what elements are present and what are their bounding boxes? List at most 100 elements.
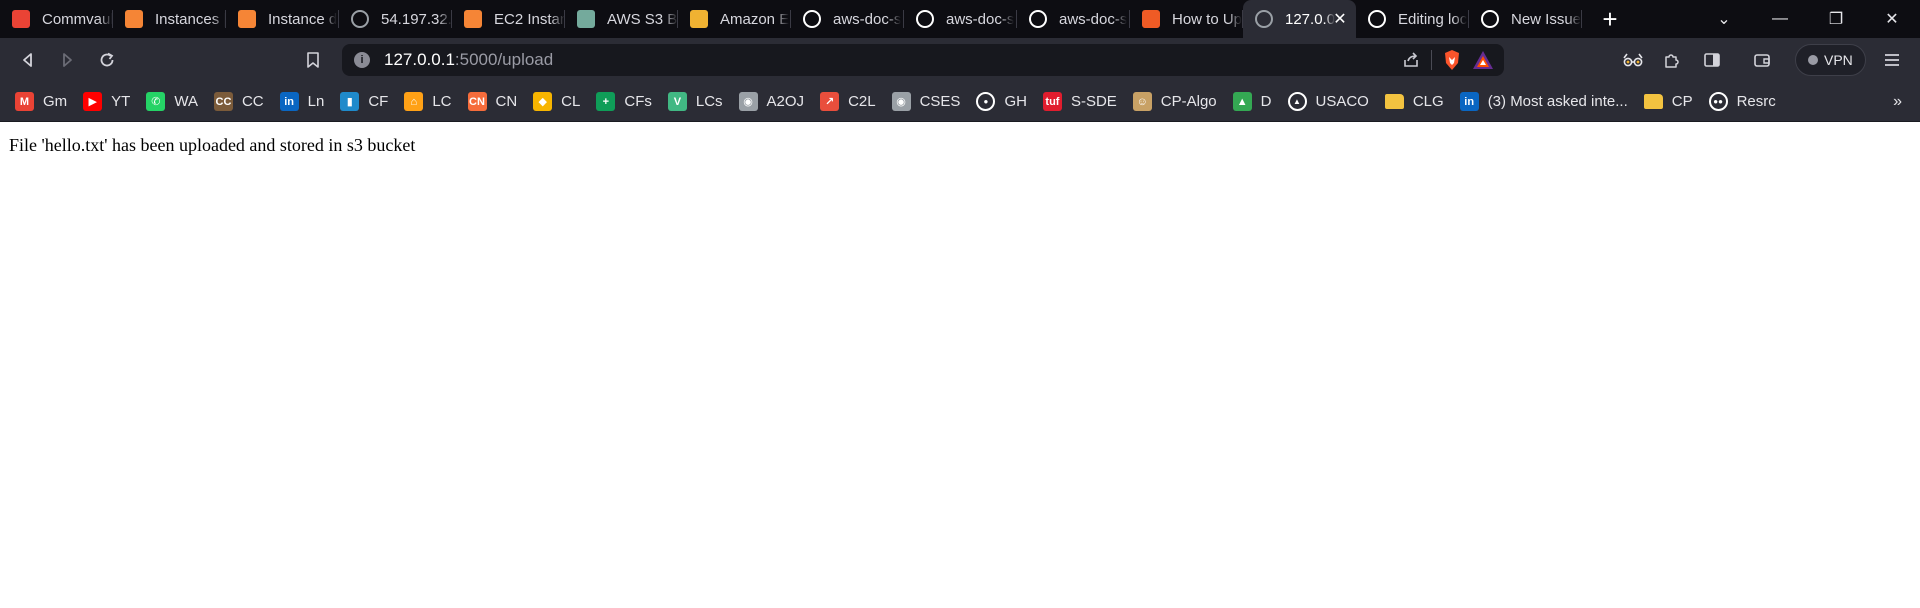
close-window-button[interactable]: ✕ <box>1864 0 1920 38</box>
bookmark-item[interactable]: in Ln <box>279 87 325 117</box>
bookmark-item[interactable]: ✆ WA <box>146 87 198 117</box>
reload-icon <box>100 52 114 67</box>
bookmark-label: CF <box>368 93 389 110</box>
browser-tab[interactable]: aws-doc-s <box>1017 0 1130 38</box>
browser-tab[interactable]: Instance d <box>226 0 339 38</box>
tab-label: aws-doc-s <box>833 10 902 28</box>
bookmark-item[interactable]: ● GH <box>976 87 1027 117</box>
bookmark-page-button[interactable] <box>297 44 329 76</box>
usaco-icon: ▲ <box>1287 92 1307 111</box>
browser-toolbar: i 127.0.0.1:5000/upload VPN <box>0 38 1920 82</box>
bookmark-item[interactable]: CC CC <box>213 87 264 117</box>
browser-tab[interactable]: 127.0.0 ✕ <box>1243 0 1356 38</box>
tab-search-button[interactable]: ⌄ <box>1696 0 1752 38</box>
browser-tab[interactable]: EC2 Instan <box>452 0 565 38</box>
bookmark-item[interactable]: M Gm <box>15 87 67 117</box>
address-bar[interactable]: i 127.0.0.1:5000/upload <box>342 44 1504 76</box>
tab-strip: Commvault Instances | Instance d 54.197.32.… <box>0 0 1920 38</box>
bookmark-item[interactable]: ☺ CP-Algo <box>1132 87 1217 117</box>
brave-shields-icon[interactable] <box>1442 49 1462 71</box>
folder-icon <box>1384 94 1404 109</box>
bookmark-label: A2OJ <box>766 93 805 110</box>
upload-success-message: File 'hello.txt' has been uploaded and s… <box>9 135 416 155</box>
aws-box-icon <box>690 10 708 28</box>
brave-rewards-icon[interactable] <box>1472 50 1494 70</box>
bookmark-label: WA <box>174 93 198 110</box>
aws-ec2-hex-icon <box>464 10 482 28</box>
extensions-button[interactable] <box>1656 44 1688 76</box>
tab-label: aws-doc-s <box>1059 10 1128 28</box>
bookmark-label: Gm <box>43 93 68 110</box>
github-icon <box>803 10 821 28</box>
bookmark-item[interactable]: ▲ D <box>1232 87 1272 117</box>
address-bar-divider <box>1431 50 1432 70</box>
bookmark-item[interactable]: tuf S-SDE <box>1042 87 1117 117</box>
bookmark-item[interactable]: ◆ CL <box>533 87 580 117</box>
vpn-button[interactable]: VPN <box>1795 44 1866 76</box>
tab-list: Commvault Instances | Instance d 54.197.32.… <box>0 0 1582 38</box>
github-icon <box>1029 10 1047 28</box>
browser-tab[interactable]: aws-doc-s <box>791 0 904 38</box>
globe-icon: ◉ <box>891 92 911 111</box>
github-icon <box>916 10 934 28</box>
leo-ai-button[interactable] <box>1617 44 1649 76</box>
restore-button[interactable]: ❐ <box>1808 0 1864 38</box>
tab-label: Instances | <box>155 10 226 28</box>
tab-label: How to Up <box>1172 10 1243 28</box>
forward-button[interactable] <box>51 44 83 76</box>
browser-tab[interactable]: 54.197.32. <box>339 0 452 38</box>
new-tab-button[interactable]: + <box>1590 0 1630 38</box>
bookmark-item[interactable]: V LCs <box>667 87 723 117</box>
url-text[interactable]: 127.0.0.1:5000/upload <box>384 50 553 70</box>
sidebar-button[interactable] <box>1696 44 1728 76</box>
main-menu-button[interactable] <box>1876 44 1908 76</box>
tab-label: Commvault <box>42 10 113 28</box>
bookmark-item[interactable]: in (3) Most asked inte... <box>1459 87 1628 117</box>
bookmarks-bar: M Gm ▶ YT ✆ WA CC CC in Ln ▮ CF ⌂ LC CN CN ◆ CL + CFs V LCs ◉ A… <box>0 82 1920 122</box>
browser-tab[interactable]: AWS S3 Bu <box>565 0 678 38</box>
reload-button[interactable] <box>91 44 123 76</box>
address-bar-actions <box>1401 44 1494 76</box>
bookmark-item[interactable]: CLG <box>1384 87 1444 117</box>
site-info-icon[interactable]: i <box>354 52 370 68</box>
globe-icon: ◉ <box>738 92 758 111</box>
tab-label: aws-doc-s <box>946 10 1015 28</box>
folder-icon <box>1643 94 1663 109</box>
close-tab-icon[interactable]: ✕ <box>1330 9 1350 29</box>
browser-tab[interactable]: Commvault <box>0 0 113 38</box>
back-button[interactable] <box>12 44 44 76</box>
share-icon[interactable] <box>1401 50 1421 70</box>
browser-tab[interactable]: New Issue <box>1469 0 1582 38</box>
bookmark-item[interactable]: ●● Resrc <box>1708 87 1776 117</box>
bookmark-item[interactable]: ⌂ LC <box>404 87 452 117</box>
browser-tab[interactable]: How to Up <box>1130 0 1243 38</box>
browser-tab[interactable]: Instances | <box>113 0 226 38</box>
bookmark-label: GH <box>1004 93 1027 110</box>
bookmark-item[interactable]: ↗ C2L <box>820 87 876 117</box>
bookmark-item[interactable]: ▮ CF <box>340 87 388 117</box>
bookmark-item[interactable]: CP <box>1643 87 1693 117</box>
url-path: :5000/upload <box>454 50 554 69</box>
tab-label: Amazon E <box>720 10 790 28</box>
tab-label: New Issue <box>1511 10 1582 28</box>
bookmark-item[interactable]: CN CN <box>467 87 517 117</box>
bookmarks-overflow-button[interactable]: » <box>1893 82 1902 122</box>
bookmark-item[interactable]: ▲ USACO <box>1287 87 1369 117</box>
bookmark-item[interactable]: ◉ A2OJ <box>738 87 805 117</box>
puzzle-icon <box>1665 54 1679 68</box>
browser-tab[interactable]: Editing loc <box>1356 0 1469 38</box>
minimize-button[interactable]: — <box>1752 0 1808 38</box>
postman-icon <box>1142 10 1160 28</box>
codingninjas-icon: CN <box>467 92 487 111</box>
bookmark-item[interactable]: ▶ YT <box>83 87 130 117</box>
bookmark-label: CSES <box>919 93 961 110</box>
tab-label: Instance d <box>268 10 338 28</box>
browser-tab[interactable]: aws-doc-s <box>904 0 1017 38</box>
gmail-icon <box>12 10 30 28</box>
bookmark-label: (3) Most asked inte... <box>1487 93 1628 110</box>
wallet-button[interactable] <box>1746 44 1778 76</box>
browser-tab[interactable]: Amazon E <box>678 0 791 38</box>
bookmark-label: Ln <box>307 93 325 110</box>
bookmark-item[interactable]: ◉ CSES <box>891 87 961 117</box>
bookmark-item[interactable]: + CFs <box>596 87 652 117</box>
